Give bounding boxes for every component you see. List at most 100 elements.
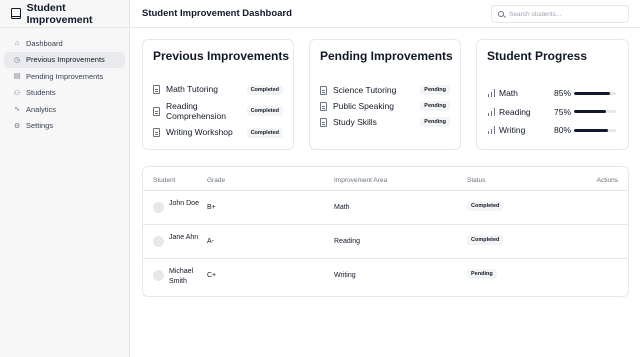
sidebar-item-settings[interactable]: ⚙ Settings bbox=[4, 118, 125, 135]
table-row[interactable]: Michael Smith C+ Writing Pending bbox=[143, 259, 628, 293]
card-title: Previous Improvements bbox=[153, 49, 290, 63]
sidebar-item-previous-improvements[interactable]: ◷ Previous Improvements bbox=[4, 51, 125, 68]
list-item[interactable]: Writing Workshop Completed bbox=[153, 125, 283, 140]
subject-label: Reading bbox=[499, 106, 531, 117]
column-header-status[interactable]: Status bbox=[467, 177, 485, 184]
table-header: Student Grade Improvement Area Status Ac… bbox=[143, 167, 628, 191]
column-header-grade[interactable]: Grade bbox=[207, 177, 225, 184]
sidebar-nav: ⌂ Dashboard ◷ Previous Improvements ▤ Pe… bbox=[0, 28, 129, 134]
card-title: Pending Improvements bbox=[320, 49, 453, 63]
clipboard-icon bbox=[320, 85, 327, 95]
progress-list: Math 85% Reading 75% Writing 80% bbox=[487, 84, 616, 140]
list-item[interactable]: Public Speaking Pending bbox=[320, 98, 450, 114]
card-title: Student Progress bbox=[487, 49, 588, 63]
home-icon: ⌂ bbox=[14, 39, 20, 47]
area-cell: Reading bbox=[334, 238, 361, 245]
improvement-list: Science Tutoring Pending Public Speaking… bbox=[320, 82, 450, 130]
sidebar-item-label: Dashboard bbox=[26, 38, 63, 48]
status-badge: Completed bbox=[467, 235, 504, 245]
table-row[interactable]: John Doe B+ Math Completed bbox=[143, 191, 628, 225]
subject-label: Math bbox=[499, 88, 518, 99]
list-item[interactable]: Math Tutoring Completed bbox=[153, 82, 283, 97]
student-name: John Doe bbox=[169, 200, 199, 207]
grade-cell: C+ bbox=[207, 272, 217, 279]
clipboard-icon bbox=[153, 85, 160, 94]
app-title: Student Improvement bbox=[26, 1, 93, 26]
list-item[interactable]: Study Skills Pending bbox=[320, 114, 450, 130]
progress-value: 75% bbox=[553, 106, 571, 117]
improvement-list: Math Tutoring Completed Reading Comprehe… bbox=[153, 82, 283, 140]
progress-row: Math 85% bbox=[487, 84, 616, 103]
search-input[interactable] bbox=[509, 10, 619, 18]
progress-row: Reading 75% bbox=[487, 103, 616, 122]
status-badge: Pending bbox=[467, 269, 497, 279]
progress-value: 80% bbox=[553, 125, 571, 136]
table-row[interactable]: Jane Ahn A- Reading Completed bbox=[143, 225, 628, 259]
progress-row: Writing 80% bbox=[487, 121, 616, 140]
improvement-label: Reading Comprehension bbox=[166, 100, 227, 122]
column-header-actions: Actions bbox=[596, 177, 618, 184]
sidebar-item-dashboard[interactable]: ⌂ Dashboard bbox=[4, 35, 125, 52]
book-icon bbox=[11, 8, 21, 19]
history-icon: ◷ bbox=[13, 56, 21, 64]
status-badge: Completed bbox=[246, 84, 283, 95]
clipboard-icon bbox=[153, 128, 160, 137]
status-badge: Completed bbox=[246, 106, 283, 116]
clipboard-icon bbox=[153, 106, 160, 116]
progress-value: 85% bbox=[553, 88, 571, 99]
clipboard-icon: ▤ bbox=[13, 73, 21, 81]
sidebar-item-analytics[interactable]: ∿ Analytics bbox=[4, 101, 125, 118]
area-cell: Writing bbox=[334, 272, 356, 279]
column-header-area[interactable]: Improvement Area bbox=[334, 177, 387, 184]
improvement-label: Science Tutoring bbox=[333, 84, 397, 95]
student-progress-card: Student Progress Math 85% Reading 75% Wr… bbox=[476, 39, 629, 150]
users-icon: ⚇ bbox=[13, 89, 21, 97]
area-cell: Math bbox=[334, 204, 350, 211]
sidebar-item-pending-improvements[interactable]: ▤ Pending Improvements bbox=[4, 68, 125, 85]
sidebar-item-label: Students bbox=[26, 88, 56, 98]
status-badge: Completed bbox=[246, 127, 283, 138]
status-badge: Completed bbox=[467, 201, 504, 211]
header: Student Improvement Dashboard bbox=[131, 0, 640, 28]
avatar bbox=[153, 270, 164, 281]
page-title: Student Improvement Dashboard bbox=[142, 8, 292, 19]
sidebar-item-label: Previous Improvements bbox=[26, 55, 105, 65]
progress-fill bbox=[574, 128, 608, 132]
bar-chart-icon bbox=[487, 107, 496, 116]
search-icon bbox=[498, 11, 504, 17]
sidebar-item-students[interactable]: ⚇ Students bbox=[4, 85, 125, 102]
pending-improvements-card: Pending Improvements Science Tutoring Pe… bbox=[309, 39, 461, 150]
progress-fill bbox=[574, 91, 610, 95]
progress-bar bbox=[574, 128, 616, 132]
avatar bbox=[153, 236, 164, 247]
subject-label: Writing bbox=[499, 125, 526, 136]
chart-icon: ∿ bbox=[14, 106, 20, 114]
sidebar-item-label: Analytics bbox=[26, 104, 57, 114]
avatar bbox=[153, 202, 164, 213]
progress-bar bbox=[574, 91, 616, 95]
brand[interactable]: Student Improvement bbox=[0, 0, 129, 28]
student-name: Jane Ahn bbox=[169, 234, 199, 241]
improvement-label: Study Skills bbox=[333, 116, 377, 127]
previous-improvements-card: Previous Improvements Math Tutoring Comp… bbox=[142, 39, 294, 150]
bar-chart-icon bbox=[487, 89, 496, 98]
clipboard-icon bbox=[320, 117, 327, 127]
column-header-student[interactable]: Student bbox=[153, 177, 175, 184]
sidebar-item-label: Pending Improvements bbox=[26, 71, 104, 81]
status-badge: Pending bbox=[420, 101, 450, 111]
improvement-label: Writing Workshop bbox=[166, 127, 233, 138]
bar-chart-icon bbox=[487, 126, 496, 135]
search-box[interactable] bbox=[491, 5, 629, 23]
list-item[interactable]: Reading Comprehension Completed bbox=[153, 97, 283, 125]
clipboard-icon bbox=[320, 101, 327, 111]
status-badge: Pending bbox=[420, 117, 450, 127]
grade-cell: A- bbox=[207, 238, 214, 245]
list-item[interactable]: Science Tutoring Pending bbox=[320, 82, 450, 98]
students-table: Student Grade Improvement Area Status Ac… bbox=[142, 166, 629, 297]
sidebar-item-label: Settings bbox=[26, 121, 54, 131]
student-name: Michael Smith bbox=[169, 268, 194, 285]
grade-cell: B+ bbox=[207, 204, 216, 211]
status-badge: Pending bbox=[420, 85, 450, 95]
sidebar: Student Improvement ⌂ Dashboard ◷ Previo… bbox=[0, 0, 130, 357]
improvement-label: Public Speaking bbox=[333, 100, 394, 111]
